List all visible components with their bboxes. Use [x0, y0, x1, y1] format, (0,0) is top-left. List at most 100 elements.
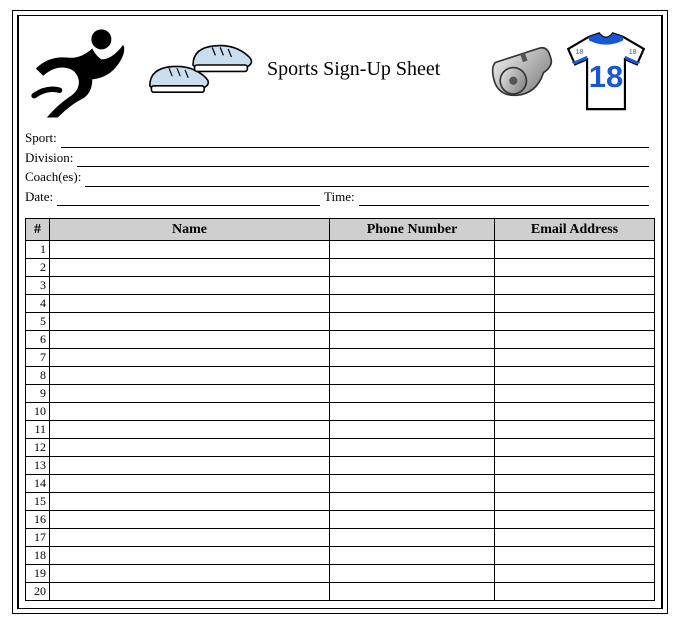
cell-email[interactable]: [495, 349, 655, 367]
field-coaches: Coach(es):: [25, 167, 649, 187]
cell-phone[interactable]: [330, 313, 495, 331]
cell-phone[interactable]: [330, 385, 495, 403]
cell-email[interactable]: [495, 331, 655, 349]
cell-phone[interactable]: [330, 295, 495, 313]
table-row: 18: [26, 547, 655, 565]
cell-phone[interactable]: [330, 439, 495, 457]
svg-text:18: 18: [629, 49, 637, 56]
cell-email[interactable]: [495, 457, 655, 475]
cell-phone[interactable]: [330, 331, 495, 349]
cell-email[interactable]: [495, 493, 655, 511]
row-number: 2: [26, 259, 50, 277]
row-number: 11: [26, 421, 50, 439]
cell-phone[interactable]: [330, 511, 495, 529]
row-number: 7: [26, 349, 50, 367]
cell-email[interactable]: [495, 511, 655, 529]
table-row: 3: [26, 277, 655, 295]
table-row: 11: [26, 421, 655, 439]
cell-email[interactable]: [495, 313, 655, 331]
cell-name[interactable]: [50, 439, 330, 457]
cell-name[interactable]: [50, 313, 330, 331]
cell-name[interactable]: [50, 583, 330, 601]
cell-phone[interactable]: [330, 241, 495, 259]
cell-name[interactable]: [50, 457, 330, 475]
cell-email[interactable]: [495, 367, 655, 385]
cell-email[interactable]: [495, 439, 655, 457]
cell-email[interactable]: [495, 295, 655, 313]
division-blank[interactable]: [77, 153, 649, 167]
cell-name[interactable]: [50, 547, 330, 565]
cell-phone[interactable]: [330, 367, 495, 385]
cell-email[interactable]: [495, 547, 655, 565]
table-header-row: # Name Phone Number Email Address: [26, 219, 655, 241]
signup-table: # Name Phone Number Email Address 123456…: [25, 218, 655, 601]
cell-phone[interactable]: [330, 547, 495, 565]
cell-name[interactable]: [50, 565, 330, 583]
cell-email[interactable]: [495, 421, 655, 439]
coaches-label: Coach(es):: [25, 167, 81, 187]
runner-icon: [29, 23, 141, 123]
signup-table-wrap: # Name Phone Number Email Address 123456…: [19, 210, 661, 601]
cell-email[interactable]: [495, 385, 655, 403]
row-number: 10: [26, 403, 50, 421]
time-label: Time:: [324, 187, 355, 207]
cell-phone[interactable]: [330, 403, 495, 421]
cell-phone[interactable]: [330, 529, 495, 547]
cell-name[interactable]: [50, 277, 330, 295]
cell-name[interactable]: [50, 367, 330, 385]
cell-email[interactable]: [495, 403, 655, 421]
cell-name[interactable]: [50, 331, 330, 349]
cell-email[interactable]: [495, 565, 655, 583]
row-number: 4: [26, 295, 50, 313]
cell-name[interactable]: [50, 385, 330, 403]
row-number: 5: [26, 313, 50, 331]
cell-email[interactable]: [495, 259, 655, 277]
cell-phone[interactable]: [330, 475, 495, 493]
date-label: Date:: [25, 187, 53, 207]
table-row: 16: [26, 511, 655, 529]
cell-name[interactable]: [50, 241, 330, 259]
cell-phone[interactable]: [330, 349, 495, 367]
sheet-title: Sports Sign-Up Sheet: [267, 58, 440, 89]
table-row: 19: [26, 565, 655, 583]
cell-name[interactable]: [50, 529, 330, 547]
cell-email[interactable]: [495, 277, 655, 295]
table-row: 8: [26, 367, 655, 385]
field-sport: Sport:: [25, 128, 649, 148]
row-number: 17: [26, 529, 50, 547]
row-number: 15: [26, 493, 50, 511]
time-blank[interactable]: [359, 192, 649, 206]
table-row: 2: [26, 259, 655, 277]
cell-email[interactable]: [495, 475, 655, 493]
cell-email[interactable]: [495, 529, 655, 547]
jersey-number-svg: 18: [589, 59, 623, 94]
cell-name[interactable]: [50, 493, 330, 511]
table-row: 15: [26, 493, 655, 511]
cell-phone[interactable]: [330, 565, 495, 583]
cell-name[interactable]: [50, 511, 330, 529]
cell-phone[interactable]: [330, 583, 495, 601]
cell-email[interactable]: [495, 241, 655, 259]
cell-phone[interactable]: [330, 493, 495, 511]
row-number: 19: [26, 565, 50, 583]
date-blank[interactable]: [57, 192, 320, 206]
cell-phone[interactable]: [330, 259, 495, 277]
table-row: 20: [26, 583, 655, 601]
whistle-icon: [475, 38, 557, 108]
cell-phone[interactable]: [330, 457, 495, 475]
cell-name[interactable]: [50, 295, 330, 313]
coaches-blank[interactable]: [85, 173, 649, 187]
cell-phone[interactable]: [330, 277, 495, 295]
sport-blank[interactable]: [61, 134, 649, 148]
row-number: 1: [26, 241, 50, 259]
cell-name[interactable]: [50, 403, 330, 421]
cell-name[interactable]: [50, 259, 330, 277]
table-row: 9: [26, 385, 655, 403]
sheet-inner: Sports Sign-Up Sheet: [17, 15, 663, 609]
cell-name[interactable]: [50, 349, 330, 367]
sport-label: Sport:: [25, 128, 57, 148]
cell-email[interactable]: [495, 583, 655, 601]
cell-name[interactable]: [50, 421, 330, 439]
cell-phone[interactable]: [330, 421, 495, 439]
cell-name[interactable]: [50, 475, 330, 493]
